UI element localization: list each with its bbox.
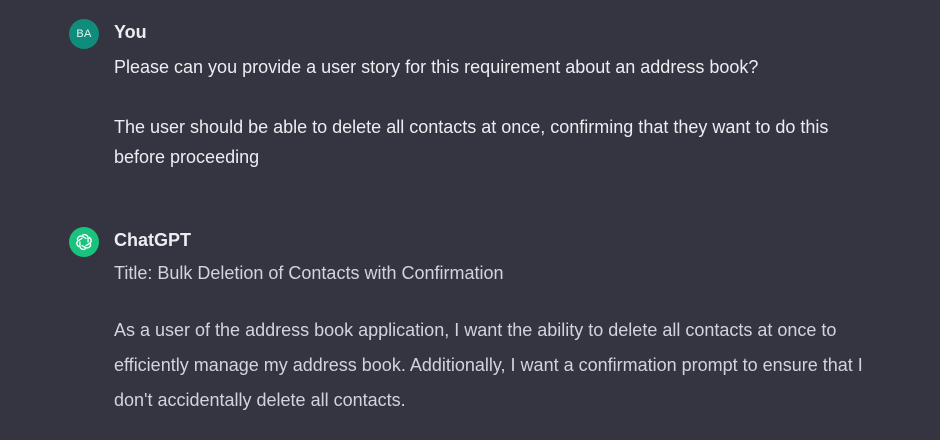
user-message-paragraph: Please can you provide a user story for …: [114, 57, 759, 77]
assistant-author-name: ChatGPT: [114, 230, 192, 250]
openai-logo-icon: [69, 227, 99, 257]
assistant-message-body: Title: Bulk Deletion of Contacts with Co…: [114, 260, 884, 418]
user-message-body: Please can you provide a user story for …: [114, 52, 884, 172]
assistant-message-paragraph: As a user of the address book applicatio…: [114, 320, 863, 410]
user-author-name: You: [114, 22, 147, 42]
user-avatar-initials: BA: [76, 28, 92, 40]
assistant-title-line: Title: Bulk Deletion of Contacts with Co…: [114, 263, 504, 283]
user-avatar: BA: [69, 19, 99, 49]
user-message-paragraph: The user should be able to delete all co…: [114, 117, 829, 167]
